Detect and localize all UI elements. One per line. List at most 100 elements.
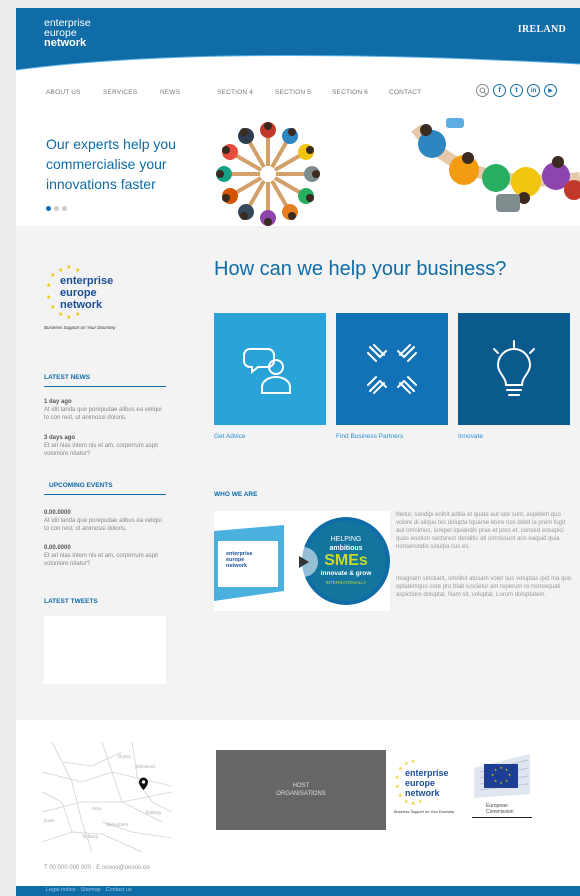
svg-text:★: ★ xyxy=(50,304,55,311)
video-line-5: INTERNATIONALLY xyxy=(325,580,367,585)
svg-text:★: ★ xyxy=(75,311,80,318)
find-partners-link[interactable]: Find Business Partners xyxy=(336,433,403,440)
nav-item-section-4[interactable]: SECTION 4 xyxy=(217,89,253,96)
partners-icon xyxy=(367,344,417,394)
who-we-are-paragraph-2: Imagnam sinctiant, omnihit atusam volor … xyxy=(396,576,572,598)
svg-text:★: ★ xyxy=(395,784,400,790)
twitter-icon[interactable]: t xyxy=(510,84,523,97)
slider-dot-2[interactable] xyxy=(54,206,59,211)
slider-dot-1[interactable] xyxy=(46,206,51,211)
country-label: IRELAND xyxy=(517,24,566,35)
svg-text:★: ★ xyxy=(505,779,508,783)
hero-title: Our experts help you commercialise your … xyxy=(46,136,176,192)
site-logo[interactable]: enterprise europe network xyxy=(44,18,91,49)
svg-text:★: ★ xyxy=(75,267,80,274)
svg-text:★: ★ xyxy=(46,294,51,301)
innovate-link[interactable]: Innovate xyxy=(458,433,483,440)
svg-text:★: ★ xyxy=(398,766,403,772)
video-logo-text: enterprise europe network xyxy=(226,551,253,569)
site-header: enterprise europe network IRELAND xyxy=(16,8,580,72)
tweets-feed[interactable] xyxy=(44,616,166,684)
sidebar-logo-line-2: europe xyxy=(60,287,97,299)
latest-news-rule xyxy=(44,386,166,387)
map-place-label: Bollebeek xyxy=(136,764,156,769)
svg-text:★: ★ xyxy=(58,311,63,318)
svg-text:★: ★ xyxy=(500,781,503,785)
european-commission-logo[interactable]: ★ ★★ ★★★ ★★ xyxy=(470,750,534,830)
news-item[interactable]: 1 day ago At idit landa que porepudae al… xyxy=(44,398,168,422)
nav-item-news[interactable]: NEWS xyxy=(160,89,180,96)
svg-text:★: ★ xyxy=(494,779,497,783)
event-item[interactable]: 0.00.0000 Et ari nias intem nis et am, c… xyxy=(44,544,168,568)
event-date: 0.00.0000 xyxy=(44,545,71,551)
nav-item-section-6[interactable]: SECTION 6 xyxy=(332,89,368,96)
svg-text:★: ★ xyxy=(395,775,400,781)
video-player[interactable]: enterprise europe network HELPING ambiti… xyxy=(214,511,390,611)
map-place-label: Jesek xyxy=(43,818,55,823)
who-we-are-paragraph-1: Metur, sandipi enihit aditia et quate au… xyxy=(396,512,566,550)
video-line-1: HELPING xyxy=(330,536,362,543)
sidebar-logo-tagline: Business Support on Your Doorstep xyxy=(44,325,116,330)
map-place-label: Asse xyxy=(92,806,102,811)
svg-text:★: ★ xyxy=(508,773,511,777)
svg-text:★: ★ xyxy=(411,760,416,765)
contact-info: T 00 000 000 000 · E ooooo@ooooo.oo xyxy=(44,865,150,871)
host-organisations-box[interactable]: HOST ORGANISATIONS xyxy=(216,750,386,830)
svg-text:★: ★ xyxy=(418,799,423,805)
map-place-label: Wolleghem xyxy=(106,822,128,827)
news-text: Et ari nias intem nis et am, corporrum a… xyxy=(44,443,159,457)
map-place-label: Terlberg xyxy=(81,834,99,839)
ec-logo-text: European Commission xyxy=(486,803,514,815)
slider-dot-3[interactable] xyxy=(62,206,67,211)
sidebar-logo-line-3: network xyxy=(60,299,103,311)
header-wave xyxy=(16,54,580,72)
play-button[interactable] xyxy=(288,547,318,577)
svg-text:★: ★ xyxy=(58,267,63,274)
svg-text:★: ★ xyxy=(66,314,71,321)
svg-text:★: ★ xyxy=(398,793,403,799)
event-item[interactable]: 0.00.0000 At idit landa que porepudae al… xyxy=(44,509,168,533)
svg-text:★: ★ xyxy=(404,799,409,805)
footer-logo-text: enterprise europe network xyxy=(405,768,449,798)
svg-text:★: ★ xyxy=(404,761,409,767)
legal-links[interactable]: Legal notice · Sitemap · Contact us xyxy=(46,887,132,893)
news-item[interactable]: 3 days ago Et ari nias intem nis et am, … xyxy=(44,434,168,458)
innovate-tile[interactable] xyxy=(458,313,570,425)
linkedin-icon[interactable]: in xyxy=(527,84,540,97)
latest-tweets-heading: LATEST TWEETS xyxy=(44,598,98,605)
legal-bar: Legal notice · Sitemap · Contact us xyxy=(16,886,580,896)
facebook-icon[interactable]: f xyxy=(493,84,506,97)
search-icon[interactable] xyxy=(476,84,489,97)
find-partners-tile[interactable] xyxy=(336,313,448,425)
nav-item-section-5[interactable]: SECTION 5 xyxy=(275,89,311,96)
footer-logo-line-3: network xyxy=(405,788,440,798)
location-map[interactable]: Mullen Bollebeek Asse Kobbeg Jesek Wolle… xyxy=(42,742,172,852)
get-advice-tile[interactable] xyxy=(214,313,326,425)
video-line-4: innovate & grow xyxy=(320,570,372,577)
svg-text:★: ★ xyxy=(411,801,416,807)
event-text: Et ari nias intem nis et am, corporrum a… xyxy=(44,553,159,567)
map-place-label: Mullen xyxy=(118,754,132,759)
slider-dots xyxy=(46,206,67,211)
footer-logo-line-2: europe xyxy=(405,778,436,788)
hero-people-image xyxy=(216,118,580,226)
play-icon xyxy=(299,556,309,568)
svg-text:★: ★ xyxy=(500,766,503,770)
upcoming-events-rule xyxy=(44,494,166,495)
nav-item-about-us[interactable]: ABOUT US xyxy=(46,89,81,96)
news-text: At idit landa que porepudae alibus ea ve… xyxy=(44,407,162,421)
event-text: At idit landa que porepudae alibus ea ve… xyxy=(44,518,162,532)
upcoming-events-heading: UPCOMING EVENTS xyxy=(49,482,113,489)
page: enterprise europe network IRELAND ABOUT … xyxy=(16,8,580,896)
get-advice-link[interactable]: Get Advice xyxy=(214,433,245,440)
video-line-3: SMEs xyxy=(324,552,368,569)
host-line-1: HOST xyxy=(292,783,310,789)
svg-text:★: ★ xyxy=(505,768,508,772)
nav-item-contact[interactable]: CONTACT xyxy=(389,89,421,96)
news-date: 1 day ago xyxy=(44,399,72,405)
footer-logo-tagline: Business Support on Your Doorstep xyxy=(394,810,455,814)
hero-banner: Our experts help you commercialise your … xyxy=(16,108,580,226)
nav-item-services[interactable]: SERVICES xyxy=(103,89,137,96)
ec-logo-rule xyxy=(472,817,532,818)
youtube-icon[interactable]: ▶ xyxy=(544,84,557,97)
